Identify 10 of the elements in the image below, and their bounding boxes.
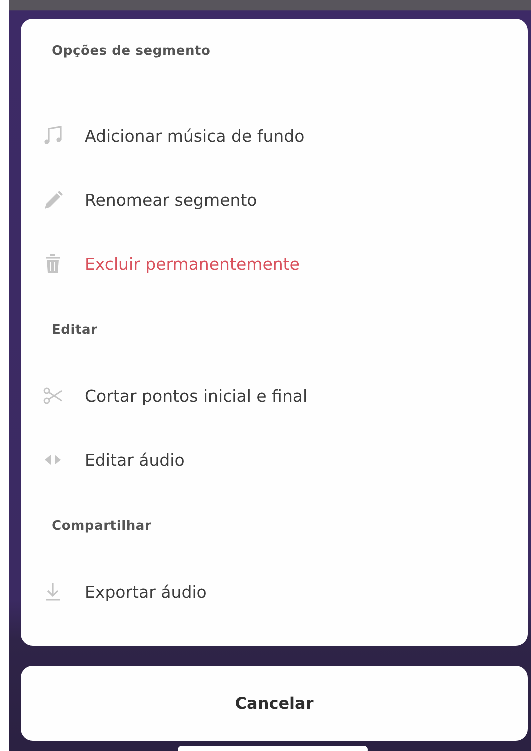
menu-item[interactable]: Cortar pontos inicial e final — [85, 386, 308, 406]
menu-item[interactable]: Renomear segmento — [85, 190, 258, 210]
cancel-button[interactable]: Cancelar — [21, 666, 528, 741]
section-header: Opções de segmento — [51, 43, 212, 61]
menu-item[interactable]: Adicionar música de fundo — [85, 126, 305, 146]
menu-item[interactable]: Excluir permanentemente — [85, 254, 300, 274]
section-header: Editar — [51, 322, 99, 340]
menu-item[interactable]: Exportar áudio — [85, 582, 207, 602]
menu-item[interactable]: Editar áudio — [85, 450, 185, 470]
section-header: Compartilhar — [51, 518, 153, 536]
